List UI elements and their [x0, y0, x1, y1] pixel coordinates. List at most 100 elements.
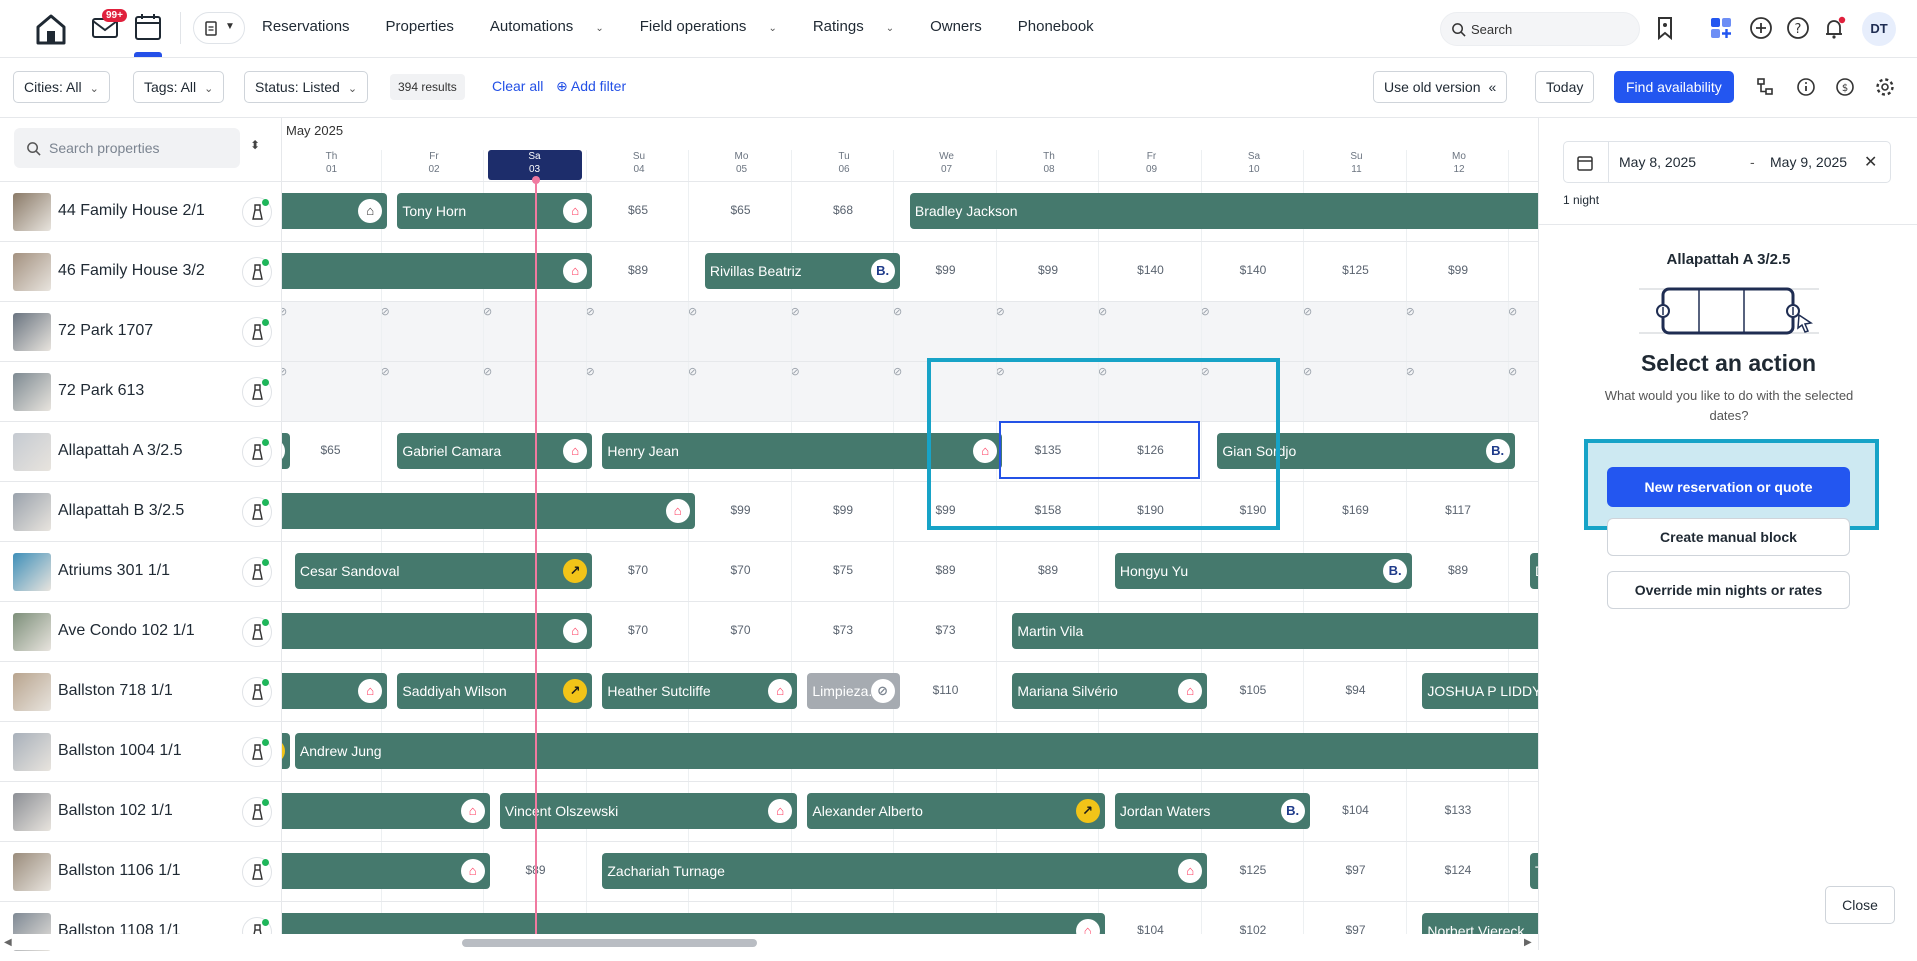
nightly-price[interactable]: $73: [895, 623, 997, 637]
reservation-bar[interactable]: ⌂: [282, 793, 490, 829]
reservation-bar[interactable]: Limpieza... ⊘: [807, 673, 900, 709]
reservation-bar[interactable]: T: [1530, 853, 1538, 889]
currency-icon[interactable]: $: [1834, 76, 1856, 98]
property-row[interactable]: Allapattah A 3/2.5: [0, 421, 282, 481]
property-row[interactable]: Ballston 718 1/1: [0, 661, 282, 721]
nightly-price[interactable]: $89: [587, 263, 689, 277]
apps-grid-icon[interactable]: [1707, 14, 1735, 42]
nightly-price[interactable]: $169: [1305, 503, 1407, 517]
cleaning-status[interactable]: [242, 197, 272, 227]
nightly-price[interactable]: $99: [1407, 263, 1509, 277]
cleaning-status[interactable]: [242, 617, 272, 647]
reservation-bar[interactable]: ⌂: [282, 673, 388, 709]
reservation-bar[interactable]: ⌂: [282, 493, 695, 529]
nightly-price[interactable]: $99: [690, 503, 792, 517]
info-icon[interactable]: [1795, 76, 1817, 98]
nightly-price[interactable]: $73: [792, 623, 894, 637]
settings-gear-icon[interactable]: [1874, 76, 1896, 98]
nightly-price[interactable]: $65: [690, 203, 792, 217]
cities-filter[interactable]: Cities: All ⌄: [13, 71, 110, 103]
scroll-right-icon[interactable]: ▶: [1524, 937, 1532, 948]
search-properties-input[interactable]: Search properties: [14, 128, 240, 168]
module-switcher[interactable]: ▼: [193, 12, 245, 44]
property-row[interactable]: 72 Park 1707: [0, 301, 282, 361]
nightly-price[interactable]: $140: [1202, 263, 1304, 277]
scroll-left-icon[interactable]: ◀: [4, 937, 12, 948]
clear-all-link[interactable]: Clear all: [492, 78, 543, 94]
property-row[interactable]: Ballston 1108 1/1: [0, 901, 282, 961]
nav-phonebook[interactable]: Phonebook: [1018, 18, 1112, 35]
nightly-price[interactable]: $99: [895, 263, 997, 277]
property-row[interactable]: 46 Family House 3/2: [0, 241, 282, 301]
reservation-bar[interactable]: D: [1530, 553, 1538, 589]
horizontal-scrollbar[interactable]: ◀ ▶: [0, 934, 1538, 950]
cleaning-status[interactable]: [242, 737, 272, 767]
property-row[interactable]: Atriums 301 1/1: [0, 541, 282, 601]
add-filter-link[interactable]: ⊕ Add filter: [556, 78, 626, 95]
reservation-bar[interactable]: Bradley Jackson: [909, 193, 1538, 229]
nightly-price[interactable]: $117: [1407, 503, 1509, 517]
property-row[interactable]: 44 Family House 2/1: [0, 181, 282, 241]
nightly-price[interactable]: $105: [1202, 683, 1304, 697]
reservation-bar[interactable]: Martin Vila: [1012, 613, 1538, 649]
nightly-price[interactable]: $89: [997, 563, 1099, 577]
cleaning-status[interactable]: [242, 557, 272, 587]
reservation-bar[interactable]: Mariana Silvério ⌂: [1012, 673, 1208, 709]
clear-dates-icon[interactable]: ✕: [1864, 152, 1877, 172]
add-circle-icon[interactable]: [1747, 14, 1775, 42]
cleaning-status[interactable]: [242, 317, 272, 347]
property-row[interactable]: Ave Condo 102 1/1: [0, 601, 282, 661]
status-filter[interactable]: Status: Listed ⌄: [244, 71, 369, 103]
nightly-price[interactable]: $65: [587, 203, 689, 217]
reservation-bar[interactable]: ⌂: [282, 613, 593, 649]
cleaning-status[interactable]: [242, 497, 272, 527]
override-min-nights-button[interactable]: Override min nights or rates: [1607, 571, 1850, 609]
nightly-price[interactable]: $65: [282, 443, 382, 457]
help-icon[interactable]: ?: [1784, 14, 1812, 42]
nightly-price[interactable]: $99: [997, 263, 1099, 277]
nightly-price[interactable]: $125: [1305, 263, 1407, 277]
nav-owners[interactable]: Owners: [930, 18, 1000, 35]
reservation-bar[interactable]: ↗: [282, 733, 290, 769]
nav-properties[interactable]: Properties: [386, 18, 472, 35]
reservation-bar[interactable]: Jordan Waters B.: [1114, 793, 1310, 829]
property-row[interactable]: Ballston 102 1/1: [0, 781, 282, 841]
nightly-price[interactable]: $70: [690, 623, 792, 637]
reservation-bar[interactable]: ⌂: [282, 193, 388, 229]
reservation-bar[interactable]: Saddiyah Wilson ↗: [397, 673, 593, 709]
property-row[interactable]: Ballston 1004 1/1: [0, 721, 282, 781]
property-row[interactable]: 72 Park 613: [0, 361, 282, 421]
reservation-bar[interactable]: Vincent Olszewski ⌂: [499, 793, 798, 829]
nav-field-operations[interactable]: Field operations ⌄: [640, 18, 795, 35]
nightly-price[interactable]: $110: [895, 683, 997, 697]
cleaning-status[interactable]: [242, 377, 272, 407]
user-avatar[interactable]: DT: [1862, 12, 1896, 46]
cleaning-status[interactable]: [242, 437, 272, 467]
nightly-price[interactable]: $97: [1305, 863, 1407, 877]
calendar-icon[interactable]: [133, 12, 163, 42]
scrollbar-thumb[interactable]: [462, 939, 757, 947]
reservation-bar[interactable]: Gabriel Camara ⌂: [397, 433, 593, 469]
today-button[interactable]: Today: [1535, 71, 1595, 103]
find-availability-button[interactable]: Find availability: [1614, 71, 1734, 103]
property-row[interactable]: Allapattah B 3/2.5: [0, 481, 282, 541]
end-date[interactable]: May 9, 2025: [1770, 154, 1847, 170]
reservation-bar[interactable]: B.: [282, 433, 290, 469]
nav-ratings[interactable]: Ratings ⌄: [813, 18, 912, 35]
cleaning-status[interactable]: [242, 257, 272, 287]
nightly-price[interactable]: $70: [587, 563, 689, 577]
bookmark-icon[interactable]: [1651, 14, 1679, 42]
reservation-bar[interactable]: Rivillas Beatriz B.: [704, 253, 900, 289]
nightly-price[interactable]: $94: [1305, 683, 1407, 697]
nightly-price[interactable]: $140: [1100, 263, 1202, 277]
home-logo-icon[interactable]: [34, 12, 68, 46]
start-date[interactable]: May 8, 2025: [1619, 154, 1696, 170]
reservation-bar[interactable]: Tony Horn ⌂: [397, 193, 593, 229]
date-range-picker[interactable]: May 8, 2025 - May 9, 2025 ✕: [1563, 141, 1891, 183]
nav-automations[interactable]: Automations ⌄: [490, 18, 622, 35]
reservation-bar[interactable]: Andrew Jung: [294, 733, 1538, 769]
notification-bell-icon[interactable]: [1820, 14, 1848, 42]
use-old-version-button[interactable]: Use old version «: [1373, 71, 1508, 103]
nightly-price[interactable]: $89: [1407, 563, 1509, 577]
property-row[interactable]: Ballston 1106 1/1: [0, 841, 282, 901]
